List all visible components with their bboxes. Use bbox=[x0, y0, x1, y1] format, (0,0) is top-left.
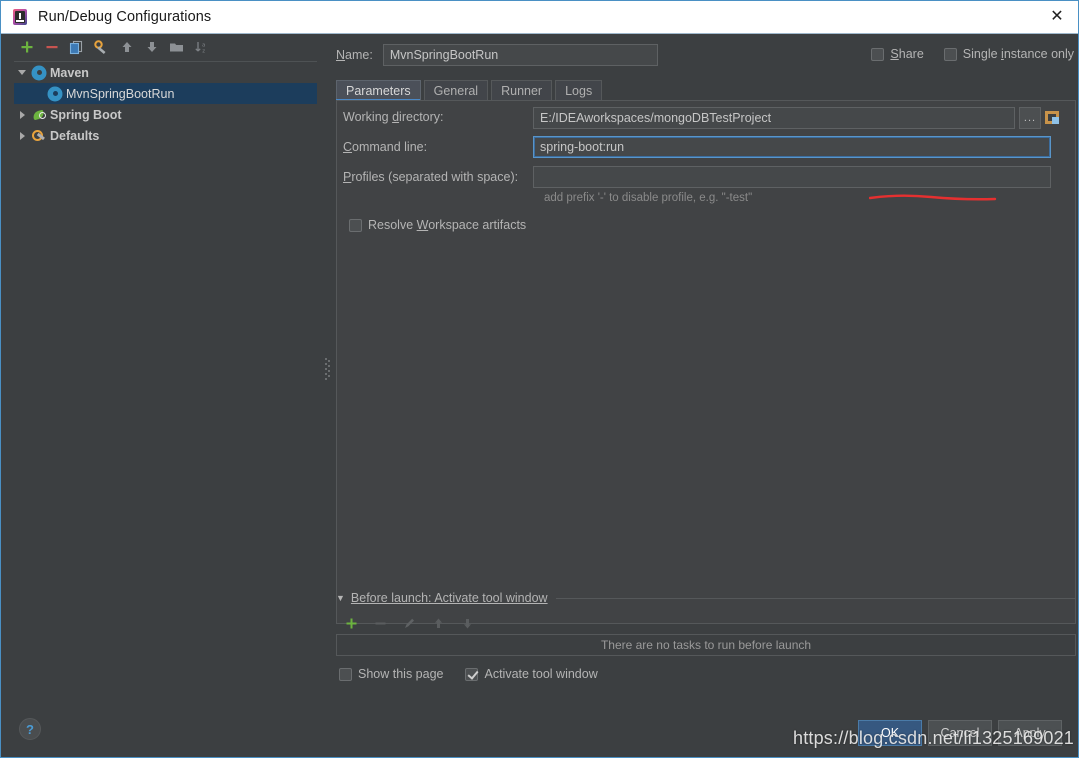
share-checkbox[interactable]: Share bbox=[871, 47, 924, 61]
tree-item-maven[interactable]: Maven bbox=[14, 62, 317, 83]
profiles-label-wrap: Profiles (separated with space): bbox=[343, 170, 518, 184]
title-bar: Run/Debug Configurations ✕ bbox=[1, 1, 1078, 34]
maven-gear-icon bbox=[30, 66, 48, 79]
window-title: Run/Debug Configurations bbox=[38, 9, 212, 25]
expand-toggle-icon[interactable] bbox=[14, 110, 30, 119]
checkbox-box bbox=[871, 47, 885, 61]
before-launch-empty-text: There are no tasks to run before launch bbox=[600, 638, 812, 652]
add-configuration-button[interactable] bbox=[14, 36, 39, 58]
working-directory-input[interactable] bbox=[533, 107, 1015, 129]
create-folder-icon[interactable] bbox=[164, 36, 189, 58]
expand-toggle-icon[interactable] bbox=[14, 131, 30, 140]
divider bbox=[555, 597, 1076, 599]
watermark-text: https://blog.csdn.net/li1325169021 bbox=[792, 728, 1074, 748]
tree-item-label: Maven bbox=[50, 65, 89, 80]
bl-remove-task-button[interactable] bbox=[368, 612, 393, 634]
tree-item-mvnspringbootrun[interactable]: MvnSpringBootRun bbox=[14, 83, 317, 104]
move-down-button[interactable] bbox=[139, 36, 164, 58]
before-launch-options: Show this page Activate tool window bbox=[339, 667, 598, 681]
checkbox-box bbox=[465, 667, 479, 681]
show-this-page-label: Show this page bbox=[358, 667, 444, 681]
expand-toggle-icon[interactable] bbox=[14, 70, 30, 75]
before-launch-title: Before launch: Activate tool window bbox=[350, 591, 548, 605]
sort-az-icon[interactable]: a z bbox=[189, 36, 214, 58]
intellij-idea-icon bbox=[11, 8, 29, 26]
profiles-input[interactable] bbox=[533, 166, 1051, 188]
name-input[interactable] bbox=[382, 44, 658, 66]
tree-item-label: Spring Boot bbox=[50, 107, 122, 122]
tree-item-defaults[interactable]: Defaults bbox=[14, 125, 317, 146]
tree-item-spring-boot[interactable]: Spring Boot bbox=[14, 104, 317, 125]
profiles-hint: add prefix '-' to disable profile, e.g. … bbox=[544, 192, 753, 204]
resolve-workspace-artifacts-label: Resolve Workspace artifacts bbox=[368, 218, 527, 232]
tree-item-label: MvnSpringBootRun bbox=[66, 86, 175, 101]
tab-general[interactable]: General bbox=[423, 80, 489, 100]
maven-gear-icon bbox=[46, 87, 64, 100]
bl-edit-task-pencil-icon[interactable] bbox=[397, 612, 422, 634]
help-icon[interactable]: ? bbox=[19, 718, 41, 740]
spring-boot-leaf-icon bbox=[30, 109, 48, 121]
command-line-label: Command line: bbox=[343, 140, 428, 154]
working-directory-label: Working directory: bbox=[343, 110, 444, 124]
configuration-editor-panel: Name: Share Single instance only Paramet… bbox=[331, 34, 1078, 726]
tab-parameters[interactable]: Parameters bbox=[336, 80, 421, 100]
before-launch-header: ▼ Before launch: Activate tool window bbox=[336, 591, 1076, 605]
close-icon[interactable]: ✕ bbox=[1034, 1, 1078, 33]
command-line-input[interactable] bbox=[533, 136, 1051, 158]
configurations-panel: a z Maven MvnSpringBootRun Spring Boot D… bbox=[2, 34, 329, 726]
working-directory-label-wrap: Working directory: bbox=[343, 110, 444, 124]
run-debug-configurations-dialog: Run/Debug Configurations ✕ a z Maven Mvn… bbox=[0, 0, 1079, 758]
red-annotation-underline bbox=[868, 191, 997, 201]
bl-add-task-button[interactable] bbox=[339, 612, 364, 634]
tab-logs[interactable]: Logs bbox=[555, 80, 603, 100]
panel-splitter-handle[interactable] bbox=[323, 356, 330, 384]
bl-move-up-button[interactable] bbox=[426, 612, 451, 634]
before-launch-task-list[interactable]: There are no tasks to run before launch bbox=[336, 634, 1076, 656]
module-folder-icon[interactable] bbox=[1044, 110, 1061, 126]
command-line-label-wrap: Command line: bbox=[343, 140, 427, 154]
checkbox-box bbox=[339, 667, 352, 681]
configurations-toolbar: a z bbox=[2, 34, 329, 60]
profiles-label: Profiles (separated with space): bbox=[343, 170, 519, 184]
collapse-triangle-icon[interactable]: ▼ bbox=[336, 593, 345, 603]
tree-item-label: Defaults bbox=[50, 128, 100, 143]
configuration-tabs[interactable]: Parameters General Runner Logs bbox=[336, 79, 1076, 100]
defaults-wrench-icon bbox=[30, 129, 48, 142]
before-launch-toolbar bbox=[339, 612, 480, 634]
share-label: Share bbox=[890, 47, 924, 61]
edit-defaults-wrench-icon[interactable] bbox=[89, 36, 114, 58]
checkbox-box bbox=[943, 47, 957, 61]
svg-text:z: z bbox=[202, 48, 205, 54]
resolve-workspace-artifacts-checkbox[interactable]: Resolve Workspace artifacts bbox=[349, 218, 526, 232]
name-label: Name: bbox=[336, 48, 373, 62]
tab-runner[interactable]: Runner bbox=[491, 80, 553, 100]
activate-tool-window-checkbox[interactable]: Activate tool window bbox=[465, 667, 598, 681]
copy-configuration-icon[interactable] bbox=[64, 36, 89, 58]
single-instance-only-label: Single instance only bbox=[962, 47, 1074, 61]
configurations-tree[interactable]: Maven MvnSpringBootRun Spring Boot Defau… bbox=[14, 61, 317, 712]
show-this-page-checkbox[interactable]: Show this page bbox=[339, 667, 443, 681]
remove-configuration-button[interactable] bbox=[39, 36, 64, 58]
single-instance-only-checkbox[interactable]: Single instance only bbox=[943, 47, 1074, 61]
bl-move-down-button[interactable] bbox=[455, 612, 480, 634]
share-options: Share Single instance only bbox=[871, 47, 1074, 61]
checkbox-box bbox=[349, 218, 362, 232]
activate-tool-window-label: Activate tool window bbox=[484, 667, 598, 681]
working-directory-browse-button[interactable]: ... bbox=[1019, 107, 1041, 129]
move-up-button[interactable] bbox=[114, 36, 139, 58]
